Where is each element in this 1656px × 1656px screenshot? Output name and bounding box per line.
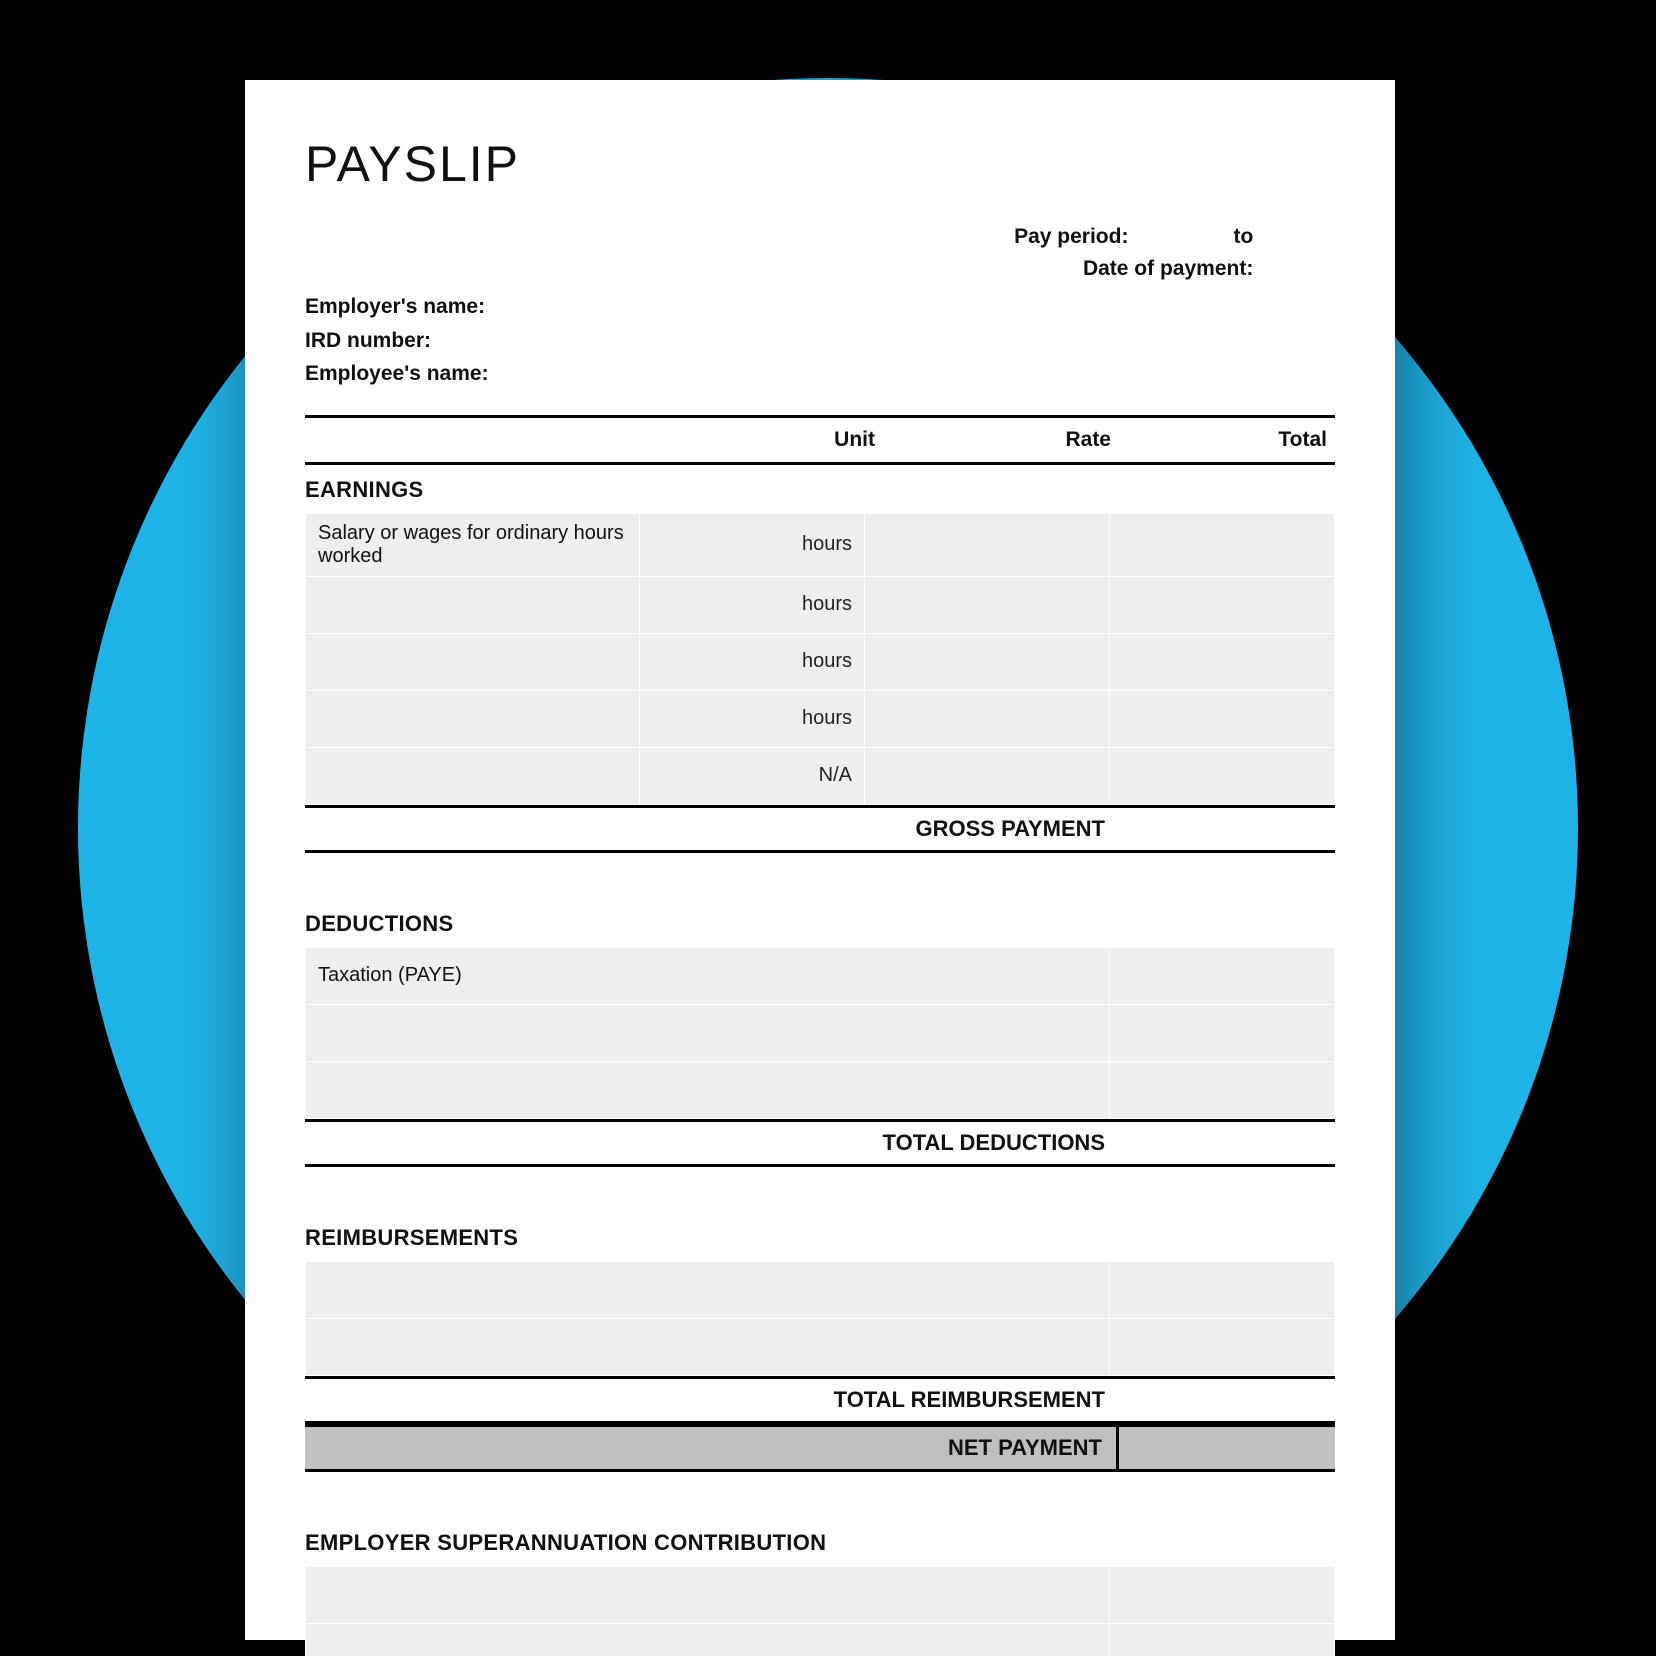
- earnings-total: [1110, 633, 1335, 690]
- total-deductions-row: TOTAL DEDUCTIONS: [305, 1119, 1335, 1167]
- table-row: [306, 1318, 1335, 1375]
- employee-name-label: Employee's name:: [305, 357, 1335, 391]
- table-row: [306, 1061, 1335, 1118]
- earnings-desc: [306, 576, 640, 633]
- payslip-sheet: PAYSLIP Pay period: to Date of payment: …: [245, 80, 1395, 1640]
- deductions-desc: [306, 1004, 1110, 1061]
- earnings-desc: [306, 690, 640, 747]
- reimb-total: [1110, 1318, 1335, 1375]
- earnings-rate: [865, 513, 1110, 576]
- earnings-total: [1110, 576, 1335, 633]
- deductions-total: [1110, 1061, 1335, 1118]
- deductions-desc: Taxation (PAYE): [306, 947, 1110, 1004]
- earnings-desc: [306, 747, 640, 804]
- meta-right: Pay period: to Date of payment:: [305, 221, 1335, 284]
- date-of-payment-line: Date of payment:: [305, 253, 1335, 285]
- column-total: Total: [1119, 418, 1335, 462]
- ird-number-label: IRD number:: [305, 324, 1335, 358]
- total-deductions-value: [1119, 1122, 1335, 1164]
- header-rule: Unit Rate Total: [305, 415, 1335, 465]
- earnings-desc: [306, 633, 640, 690]
- employer-name-label: Employer's name:: [305, 290, 1335, 324]
- earnings-unit: hours: [640, 576, 865, 633]
- pay-period-label: Pay period:: [1014, 225, 1128, 248]
- deductions-total: [1110, 947, 1335, 1004]
- super-desc: [306, 1566, 1110, 1623]
- earnings-heading: EARNINGS: [305, 465, 1335, 513]
- gross-payment-row: GROSS PAYMENT: [305, 805, 1335, 853]
- earnings-unit: hours: [640, 690, 865, 747]
- table-row: hours: [306, 690, 1335, 747]
- column-blank: [305, 418, 667, 462]
- pay-period-line: Pay period: to: [305, 221, 1335, 253]
- table-row: N/A: [306, 747, 1335, 804]
- earnings-rate: [865, 633, 1110, 690]
- table-row: [306, 1623, 1335, 1656]
- net-payment-value: [1119, 1427, 1335, 1469]
- reimbursements-table: [305, 1261, 1335, 1376]
- total-reimbursement-row: TOTAL REIMBURSEMENT: [305, 1376, 1335, 1424]
- table-row: hours: [306, 576, 1335, 633]
- spacer: [305, 1167, 1335, 1213]
- table-row: Salary or wages for ordinary hours worke…: [306, 513, 1335, 576]
- date-of-payment-label: Date of payment:: [1083, 257, 1253, 280]
- total-deductions-label: TOTAL DEDUCTIONS: [305, 1122, 1119, 1164]
- spacer: [305, 853, 1335, 899]
- earnings-total: [1110, 747, 1335, 804]
- super-heading: EMPLOYER SUPERANNUATION CONTRIBUTION: [305, 1518, 1335, 1566]
- earnings-total: [1110, 690, 1335, 747]
- reimb-desc: [306, 1318, 1110, 1375]
- reimb-desc: [306, 1261, 1110, 1318]
- reimbursements-heading: REIMBURSEMENTS: [305, 1213, 1335, 1261]
- earnings-desc: Salary or wages for ordinary hours worke…: [306, 513, 640, 576]
- stage: PAYSLIP Pay period: to Date of payment: …: [0, 0, 1656, 1656]
- gross-payment-value: [1119, 808, 1335, 850]
- meta-left: Employer's name: IRD number: Employee's …: [305, 290, 1335, 391]
- pay-period-to: to: [1233, 225, 1253, 248]
- earnings-rate: [865, 690, 1110, 747]
- super-total: [1110, 1566, 1335, 1623]
- deductions-table: Taxation (PAYE): [305, 947, 1335, 1119]
- earnings-rate: [865, 747, 1110, 804]
- table-row: Taxation (PAYE): [306, 947, 1335, 1004]
- net-payment-row: NET PAYMENT: [305, 1424, 1335, 1472]
- table-row: hours: [306, 633, 1335, 690]
- deductions-total: [1110, 1004, 1335, 1061]
- column-headers: Unit Rate Total: [305, 418, 1335, 465]
- earnings-unit: N/A: [640, 747, 865, 804]
- total-reimbursement-label: TOTAL REIMBURSEMENT: [305, 1379, 1119, 1421]
- document-title: PAYSLIP: [305, 135, 1335, 193]
- table-row: [306, 1261, 1335, 1318]
- earnings-table: Salary or wages for ordinary hours worke…: [305, 513, 1335, 805]
- total-reimbursement-value: [1119, 1379, 1335, 1421]
- net-payment-label: NET PAYMENT: [305, 1427, 1119, 1469]
- super-table: [305, 1566, 1335, 1656]
- table-row: [306, 1566, 1335, 1623]
- column-unit: Unit: [667, 418, 883, 462]
- earnings-rate: [865, 576, 1110, 633]
- column-rate: Rate: [883, 418, 1119, 462]
- gross-payment-label: GROSS PAYMENT: [305, 808, 1119, 850]
- earnings-unit: hours: [640, 633, 865, 690]
- super-desc: [306, 1623, 1110, 1656]
- earnings-total: [1110, 513, 1335, 576]
- deductions-heading: DEDUCTIONS: [305, 899, 1335, 947]
- super-total: [1110, 1623, 1335, 1656]
- table-row: [306, 1004, 1335, 1061]
- spacer: [305, 1472, 1335, 1518]
- deductions-desc: [306, 1061, 1110, 1118]
- reimb-total: [1110, 1261, 1335, 1318]
- earnings-unit: hours: [640, 513, 865, 576]
